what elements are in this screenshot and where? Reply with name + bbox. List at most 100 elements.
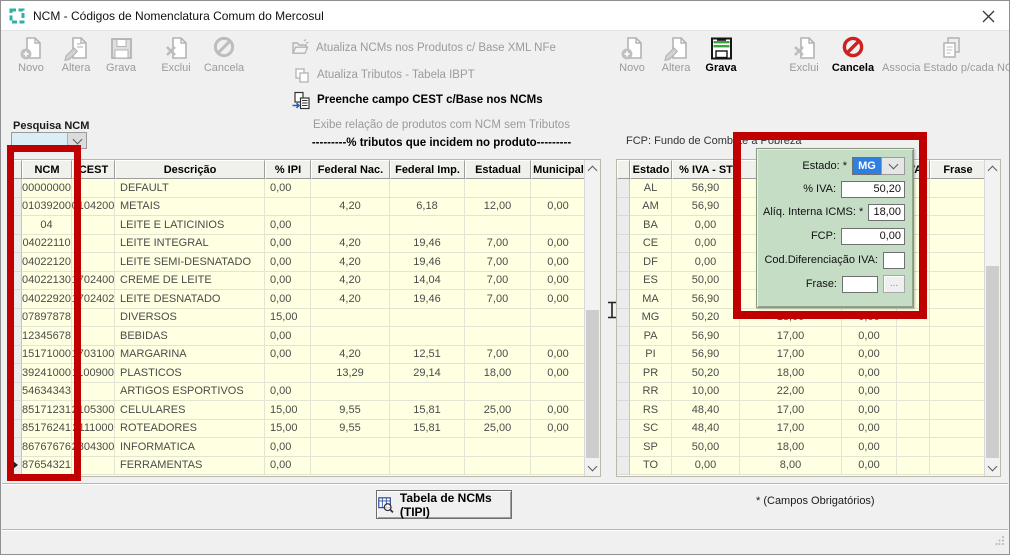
table-cell[interactable] [531,309,586,328]
table-cell[interactable]: 18,00 [740,438,842,457]
row-selector[interactable] [10,198,22,217]
table-cell[interactable]: 7,00 [465,253,531,272]
table-cell[interactable] [930,383,986,402]
table-cell[interactable]: 56,90 [672,346,740,365]
table-cell[interactable]: 04022920 [22,290,72,309]
row-selector[interactable] [617,457,630,476]
table-cell[interactable]: 17,00 [740,401,842,420]
table-cell[interactable] [311,327,390,346]
table-cell[interactable] [311,309,390,328]
estado-combobox-value[interactable]: MG [852,157,881,175]
table-cell[interactable]: 0,00 [531,253,586,272]
table-cell[interactable]: 25,00 [465,401,531,420]
frase-input[interactable] [842,276,878,293]
search-ncm-value[interactable] [12,133,67,148]
table-cell[interactable] [465,457,531,476]
row-selector[interactable] [617,327,630,346]
table-cell[interactable] [72,383,115,402]
row-selector[interactable] [10,401,22,420]
table-cell[interactable] [72,327,115,346]
fcp-input[interactable]: 0,00 [841,228,905,245]
table-cell[interactable] [930,235,986,254]
table-cell[interactable]: 0,00 [265,216,311,235]
table-cell[interactable] [531,216,586,235]
row-selector[interactable] [617,272,630,291]
table-cell[interactable]: FERRAMENTAS [115,457,265,476]
table-cell[interactable]: 19,46 [390,253,465,272]
table-cell[interactable]: CE [630,235,672,254]
table-cell[interactable]: 0,00 [842,420,897,439]
scroll-down-button[interactable] [985,459,1000,476]
table-cell[interactable]: 56,90 [672,290,740,309]
iva-input[interactable]: 50,20 [841,181,905,198]
table-cell[interactable] [930,253,986,272]
table-cell[interactable] [311,216,390,235]
table-cell[interactable] [930,290,986,309]
table-cell[interactable]: 0,00 [842,457,897,476]
table-cell[interactable]: MARGARINA [115,346,265,365]
table-cell[interactable]: LEITE INTEGRAL [115,235,265,254]
table-cell[interactable] [390,457,465,476]
table-cell[interactable]: 15,00 [265,420,311,439]
table-cell[interactable] [930,420,986,439]
cod-diferenciacao-input[interactable] [883,252,905,269]
row-selector[interactable] [617,309,630,328]
table-cell[interactable]: 15,81 [390,420,465,439]
row-selector[interactable] [10,253,22,272]
row-selector[interactable] [10,272,22,291]
table-cell[interactable]: 2111000 [72,420,115,439]
table-cell[interactable]: 4,20 [311,198,390,217]
novo-ncm-button[interactable]: Novo [11,35,51,74]
table-cell[interactable] [930,364,986,383]
table-cell[interactable] [531,438,586,457]
table-cell[interactable]: 0,00 [531,401,586,420]
table-cell[interactable]: 0,00 [265,438,311,457]
table-cell[interactable]: 13,29 [311,364,390,383]
table-cell[interactable] [531,457,586,476]
exclui-estado-button[interactable]: Exclui [783,35,825,74]
table-cell[interactable] [930,198,986,217]
table-cell[interactable]: 48,40 [672,420,740,439]
scroll-up-button[interactable] [985,160,1000,177]
table-cell[interactable]: 07897878 [22,309,72,328]
table-cell[interactable]: 0,00 [265,383,311,402]
exclui-ncm-button[interactable]: Exclui [155,35,197,74]
table-cell[interactable]: 22,00 [740,383,842,402]
scroll-down-button[interactable] [585,459,600,476]
table-cell[interactable]: 0,00 [265,272,311,291]
table-cell[interactable]: 0,00 [531,272,586,291]
table-cell[interactable]: CREME DE LEITE [115,272,265,291]
table-cell[interactable]: PA [630,327,672,346]
table-cell[interactable]: 0,00 [842,401,897,420]
table-cell[interactable]: 4,20 [311,235,390,254]
table-cell[interactable]: 2105300 [72,401,115,420]
row-selector[interactable] [617,438,630,457]
table-cell[interactable] [897,309,930,328]
table-cell[interactable] [390,327,465,346]
table-cell[interactable]: 56,90 [672,179,740,198]
table-cell[interactable]: 0,00 [265,346,311,365]
table-cell[interactable] [897,346,930,365]
row-selector[interactable] [617,346,630,365]
table-cell[interactable] [72,179,115,198]
table-cell[interactable] [265,198,311,217]
table-cell[interactable]: TO [630,457,672,476]
table-cell[interactable]: 9,55 [311,420,390,439]
table-cell[interactable]: 1702402 [72,290,115,309]
table-cell[interactable]: MG [630,309,672,328]
table-cell[interactable]: 18,00 [465,364,531,383]
row-selector[interactable] [10,216,22,235]
row-selector[interactable] [617,198,630,217]
table-cell[interactable]: 15171000 [22,346,72,365]
table-cell[interactable]: 04022110 [22,235,72,254]
row-selector[interactable] [617,290,630,309]
table-cell[interactable] [531,383,586,402]
table-cell[interactable]: 18,00 [740,309,842,328]
table-cell[interactable]: 15,81 [390,401,465,420]
table-cell[interactable]: 7,00 [465,346,531,365]
table-cell[interactable] [390,179,465,198]
table-cell[interactable]: 12,00 [465,198,531,217]
table-cell[interactable]: 0,00 [672,457,740,476]
table-cell[interactable]: 12345678 [22,327,72,346]
table-cell[interactable]: 17,00 [740,327,842,346]
